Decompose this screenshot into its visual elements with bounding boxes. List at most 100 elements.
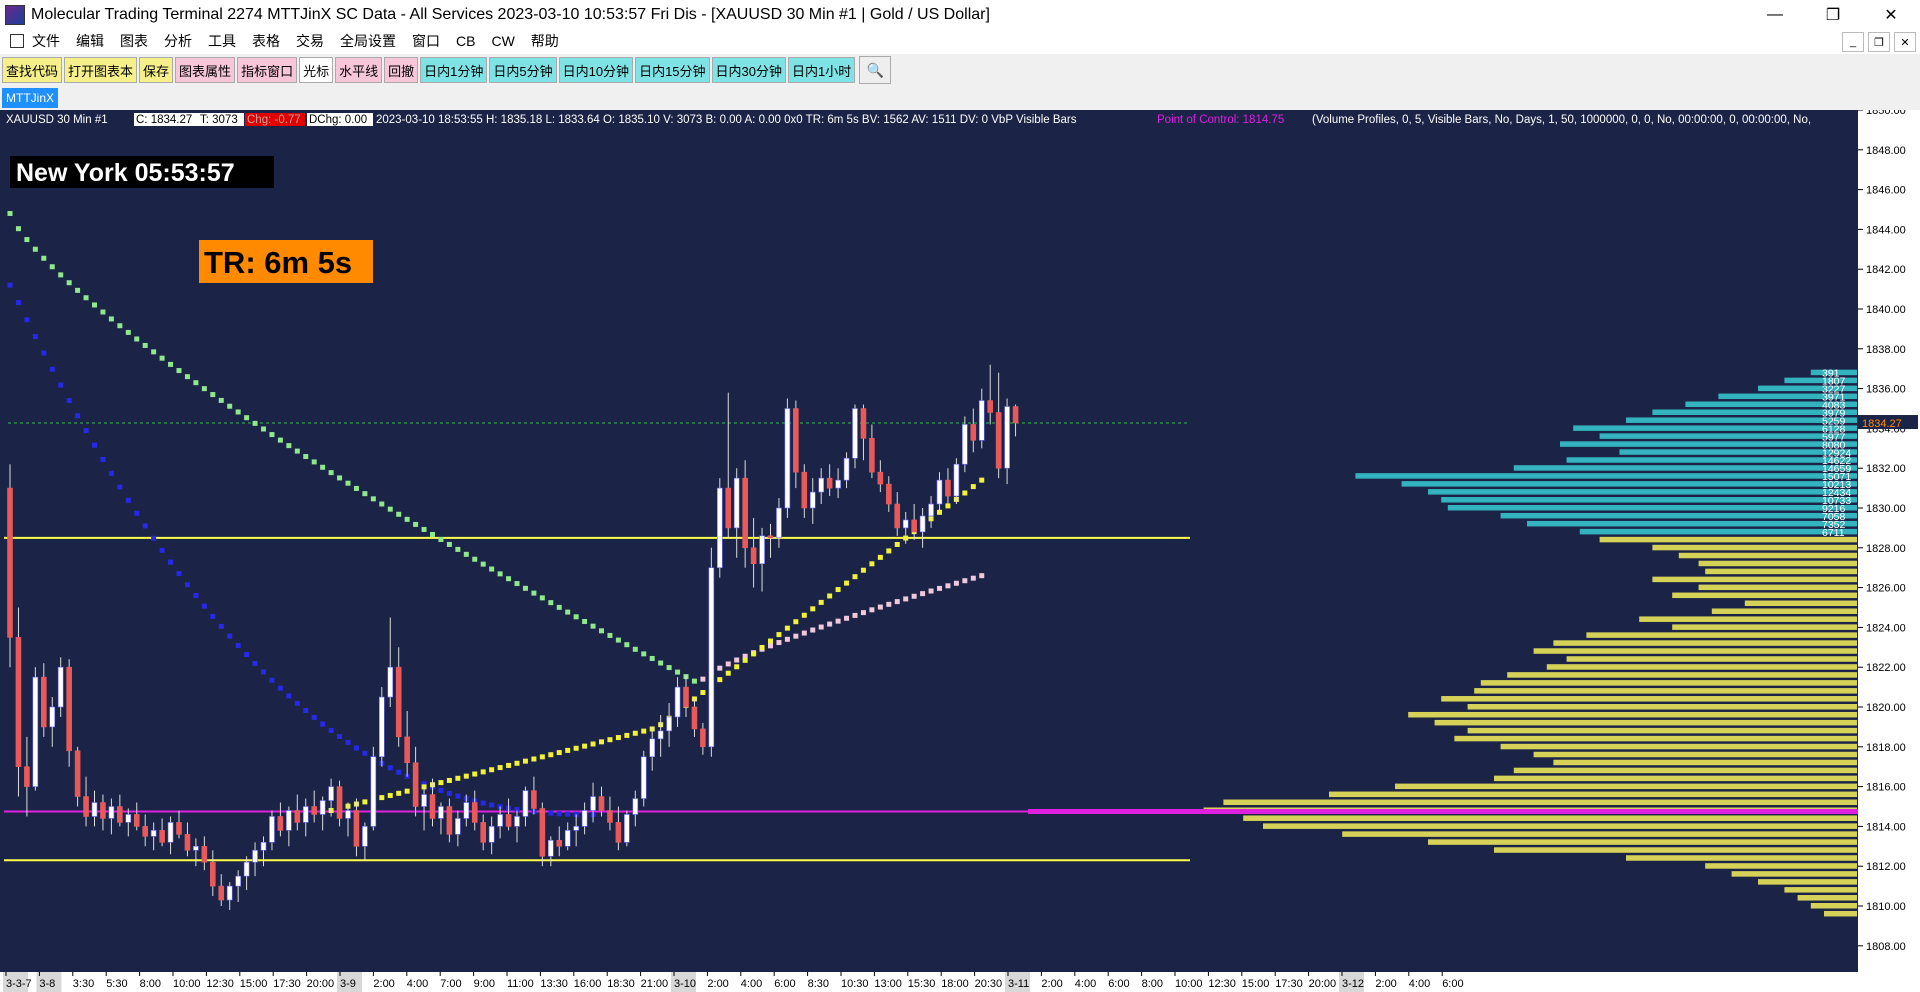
intraday-1min-button[interactable]: 日内1分钟	[420, 57, 488, 83]
volume-profile-bar	[1652, 576, 1857, 583]
yellow-indicator-dot	[565, 747, 571, 753]
yellow-indicator-dot	[852, 574, 858, 580]
child-restore-button[interactable]: ❐	[1868, 32, 1890, 52]
candle-body	[429, 794, 436, 819]
x-tick-label: 8:00	[140, 978, 161, 990]
price-chart[interactable]: 1850.00 1848.00 1846.00 1844.00 1842.00 1840.…	[0, 110, 1920, 992]
child-close-button[interactable]: ✕	[1894, 32, 1916, 52]
volume-profile-bar	[1784, 887, 1857, 893]
volume-profile-bar	[1480, 680, 1857, 686]
y-tick-label: 1838.00	[1866, 344, 1906, 356]
candle-body	[750, 547, 757, 565]
pink-indicator-dot	[860, 610, 866, 616]
chart-settings-button[interactable]: 图表属性	[175, 57, 236, 83]
info-close-value: C: 1834.27	[136, 114, 192, 126]
green-indicator-dot	[58, 272, 64, 278]
yellow-indicator-dot	[700, 690, 706, 696]
menu-window[interactable]: 窗口	[412, 31, 440, 51]
menu-global-settings[interactable]: 全局设置	[340, 31, 396, 51]
tab-mttjinx[interactable]: MTTJinX	[2, 88, 58, 108]
intraday-5min-button[interactable]: 日内5分钟	[489, 57, 557, 83]
save-button[interactable]: 保存	[139, 57, 174, 83]
intraday-15min-button[interactable]: 日内15分钟	[635, 57, 710, 83]
study-window-button[interactable]: 指标窗口	[237, 57, 298, 83]
green-indicator-dot	[396, 511, 402, 517]
candle-body	[24, 766, 30, 787]
y-tick-label: 1818.00	[1866, 742, 1906, 754]
close-button[interactable]: ✕	[1862, 0, 1920, 30]
menu-trade[interactable]: 交易	[296, 31, 324, 51]
volume-profile-bar	[1500, 512, 1857, 519]
menu-cb[interactable]: CB	[456, 33, 475, 49]
candle-body	[66, 666, 72, 752]
x-tick-label: 18:30	[607, 978, 635, 990]
menu-help[interactable]: 帮助	[531, 31, 559, 51]
candle-body	[311, 806, 318, 815]
green-indicator-dot	[49, 264, 55, 270]
yellow-indicator-dot	[362, 799, 368, 805]
blue-indicator-dot	[252, 660, 258, 666]
volume-profile-bar	[1507, 672, 1857, 678]
yellow-indicator-dot	[768, 638, 773, 644]
x-tick-label: 6:00	[1108, 978, 1129, 990]
yellow-indicator-dot	[387, 792, 393, 798]
green-indicator-dot	[277, 437, 283, 443]
y-tick-label: 1846.00	[1866, 185, 1906, 197]
intraday-30min-button[interactable]: 日内30分钟	[711, 57, 786, 83]
chart-canvas[interactable]: 1850.00 1848.00 1846.00 1844.00 1842.00 1840.…	[0, 110, 1920, 992]
retracement-button[interactable]: 回撤	[384, 57, 419, 83]
green-indicator-dot	[641, 651, 647, 657]
intraday-10min-button[interactable]: 日内10分钟	[558, 57, 634, 83]
pink-indicator-dot	[717, 665, 723, 671]
green-indicator-dot	[286, 443, 292, 449]
x-tick-label: 8:30	[808, 978, 829, 990]
candle-body	[83, 796, 89, 817]
find-symbol-button[interactable]: 查找代码	[2, 57, 63, 83]
green-indicator-dot	[252, 420, 258, 426]
candle-body	[885, 483, 892, 505]
pink-indicator-dot	[776, 640, 782, 646]
menu-file[interactable]: 文件	[32, 31, 60, 51]
candle-body	[919, 515, 926, 533]
volume-profile-bar	[1533, 648, 1857, 654]
green-indicator-dot	[624, 642, 630, 648]
menu-edit[interactable]: 编辑	[76, 31, 104, 51]
child-minimize-button[interactable]: _	[1842, 32, 1864, 52]
yellow-indicator-dot	[844, 580, 850, 586]
blue-indicator-dot	[353, 745, 359, 751]
menu-tables[interactable]: 表格	[252, 31, 280, 51]
blue-indicator-dot	[75, 413, 81, 419]
green-indicator-dot	[658, 660, 664, 666]
yellow-indicator-dot	[379, 795, 385, 801]
blue-indicator-dot	[117, 484, 123, 490]
volume-profile-bar	[1243, 815, 1857, 821]
minimize-button[interactable]: —	[1746, 0, 1804, 30]
y-tick-label: 1822.00	[1866, 662, 1906, 674]
x-tick-label: 10:30	[841, 978, 869, 990]
candle-body	[683, 686, 689, 708]
volume-profile-bar	[1494, 847, 1857, 853]
intraday-1hour-button[interactable]: 日内1小时	[788, 57, 856, 83]
x-tick-label: 3-9	[340, 978, 356, 990]
horizontal-line-button[interactable]: 水平线	[335, 57, 383, 83]
open-chartbook-button[interactable]: 打开图表本	[64, 57, 138, 83]
menu-analysis[interactable]: 分析	[164, 31, 192, 51]
candle-body	[269, 816, 275, 843]
x-tick-label: 16:00	[574, 978, 602, 990]
yellow-indicator-dot	[776, 632, 782, 638]
blue-indicator-dot	[328, 727, 334, 733]
x-tick-label: 21:00	[641, 978, 669, 990]
pink-indicator-dot	[911, 593, 917, 599]
menu-cw[interactable]: CW	[491, 33, 514, 49]
candle-body	[421, 794, 427, 807]
maximize-button[interactable]: ❐	[1804, 0, 1862, 30]
cursor-button[interactable]: 光标	[299, 57, 334, 83]
blue-indicator-dot	[227, 633, 233, 639]
menu-tools[interactable]: 工具	[208, 31, 236, 51]
menu-chart[interactable]: 图表	[120, 31, 148, 51]
document-menu-icon[interactable]	[10, 34, 24, 48]
x-tick-label: 17:30	[1275, 978, 1303, 990]
last-price-label: 1834.27	[1862, 418, 1902, 430]
magnifier-icon[interactable]: 🔍	[859, 56, 892, 84]
volume-profile-bar	[1579, 528, 1857, 535]
